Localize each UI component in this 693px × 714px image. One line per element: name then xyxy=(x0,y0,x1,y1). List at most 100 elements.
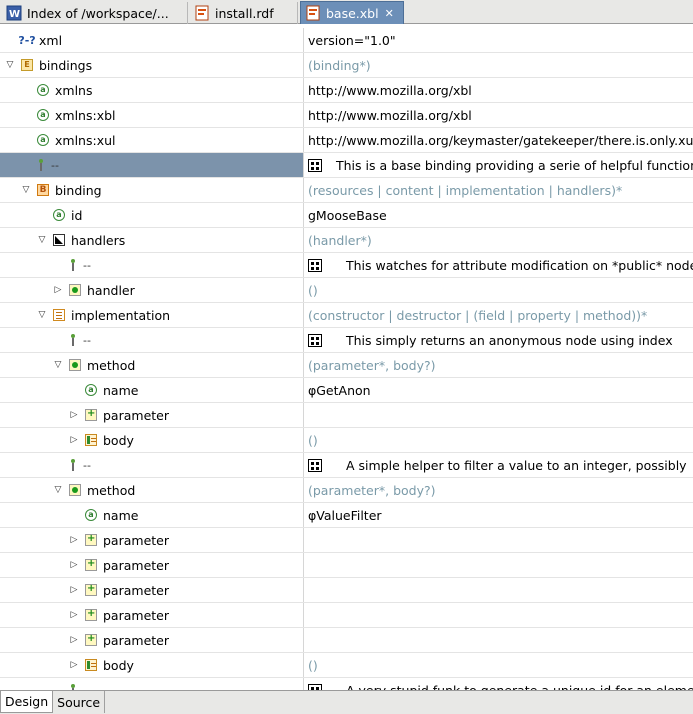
node-cell[interactable]: a xmlns:xbl xyxy=(0,103,302,127)
node-cell[interactable]: ▷ parameter xyxy=(0,603,302,627)
collapse-triangle-icon[interactable]: ▷ xyxy=(68,409,80,421)
tree-row[interactable]: ▷ body () xyxy=(0,428,693,453)
collapse-triangle-icon[interactable]: ▷ xyxy=(68,559,80,571)
tree-row[interactable]: -- This watches for attribute modificatio… xyxy=(0,253,693,278)
tree-row[interactable]: ▷ parameter xyxy=(0,578,693,603)
node-cell[interactable]: ▽ Ebindings xyxy=(0,53,302,77)
tree-row[interactable]: a name φGetAnon xyxy=(0,378,693,403)
tree-row[interactable]: ▷ parameter xyxy=(0,553,693,578)
tree-row[interactable]: ▽ method (parameter*, body?) xyxy=(0,353,693,378)
node-cell[interactable]: -- xyxy=(0,153,302,177)
expand-triangle-icon[interactable]: ▽ xyxy=(4,59,16,71)
tab-source[interactable]: Source xyxy=(53,691,106,713)
tab-index-of-workspace[interactable]: W Index of /workspace/... xyxy=(2,2,188,24)
node-cell[interactable]: a xmlns:xul xyxy=(0,128,302,152)
tree-row[interactable]: ▽ Ebindings (binding*) xyxy=(0,53,693,78)
tree-row[interactable]: ▷ body () xyxy=(0,653,693,678)
node-value-cell[interactable] xyxy=(303,578,693,602)
node-cell[interactable]: ▽ Bbinding xyxy=(0,178,302,202)
node-cell[interactable]: ▷ parameter xyxy=(0,628,302,652)
node-value-cell[interactable]: (handler*) xyxy=(303,228,693,252)
node-cell[interactable]: a name xyxy=(0,503,302,527)
node-cell[interactable]: ▷ body xyxy=(0,653,302,677)
node-cell[interactable]: ▷ handler xyxy=(0,278,302,302)
node-cell[interactable]: a id xyxy=(0,203,302,227)
tree-row[interactable]: a id gMooseBase xyxy=(0,203,693,228)
tree-row[interactable]: -- A simple helper to filter a value to a… xyxy=(0,453,693,478)
node-value-cell[interactable]: http://www.mozilla.org/xbl xyxy=(303,78,693,102)
node-value-cell[interactable]: A very stupid funk to generate a unique … xyxy=(303,678,693,690)
node-value-cell[interactable]: (binding*) xyxy=(303,53,693,77)
tree-row[interactable]: ▽ Bbinding (resources | content | implemen… xyxy=(0,178,693,203)
tree-row[interactable]: a xmlns:xbl http://www.mozilla.org/xbl xyxy=(0,103,693,128)
node-value-cell[interactable]: () xyxy=(303,428,693,452)
tree-row[interactable]: -- This is a base binding providing a ser… xyxy=(0,153,693,178)
node-cell[interactable]: -- xyxy=(0,253,302,277)
node-value-cell[interactable] xyxy=(303,528,693,552)
node-value-cell[interactable]: This is a base binding providing a serie… xyxy=(303,153,693,177)
node-cell[interactable]: ▷ parameter xyxy=(0,578,302,602)
node-cell[interactable]: a xmlns xyxy=(0,78,302,102)
tree-row[interactable]: ▽ implementation (constructor | destructor… xyxy=(0,303,693,328)
tree-row[interactable]: ?-? xml version="1.0" xyxy=(0,28,693,53)
node-value-cell[interactable]: φGetAnon xyxy=(303,378,693,402)
node-value-cell[interactable]: (parameter*, body?) xyxy=(303,353,693,377)
expand-triangle-icon[interactable]: ▽ xyxy=(36,309,48,321)
tab-base-xbl[interactable]: base.xbl ✕ xyxy=(300,1,404,24)
tree-row[interactable]: -- A very stupid funk to generate a uniqu… xyxy=(0,678,693,690)
tree-row[interactable]: ▷ parameter xyxy=(0,628,693,653)
collapse-triangle-icon[interactable]: ▷ xyxy=(68,659,80,671)
tree-row[interactable]: a xmlns http://www.mozilla.org/xbl xyxy=(0,78,693,103)
node-value-cell[interactable]: (parameter*, body?) xyxy=(303,478,693,502)
node-cell[interactable]: ▽ implementation xyxy=(0,303,302,327)
node-cell[interactable]: ▽ method xyxy=(0,478,302,502)
collapse-triangle-icon[interactable]: ▷ xyxy=(52,284,64,296)
node-cell[interactable]: a name xyxy=(0,378,302,402)
node-cell[interactable]: ▷ parameter xyxy=(0,403,302,427)
node-value-cell[interactable]: http://www.mozilla.org/keymaster/gatekee… xyxy=(303,128,693,152)
tree-row[interactable]: a xmlns:xul http://www.mozilla.org/keymast… xyxy=(0,128,693,153)
tree-row[interactable]: ▷ parameter xyxy=(0,528,693,553)
node-cell[interactable]: ▷ body xyxy=(0,428,302,452)
node-value-cell[interactable] xyxy=(303,403,693,427)
collapse-triangle-icon[interactable]: ▷ xyxy=(68,434,80,446)
tree-row[interactable]: ▷ parameter xyxy=(0,603,693,628)
expand-triangle-icon[interactable]: ▽ xyxy=(52,484,64,496)
node-value-cell[interactable]: This watches for attribute modification … xyxy=(303,253,693,277)
node-value-cell[interactable]: () xyxy=(303,653,693,677)
node-value-cell[interactable]: http://www.mozilla.org/xbl xyxy=(303,103,693,127)
node-value-cell[interactable]: version="1.0" xyxy=(303,28,693,52)
node-value-cell[interactable] xyxy=(303,603,693,627)
collapse-triangle-icon[interactable]: ▷ xyxy=(68,534,80,546)
tab-design[interactable]: Design xyxy=(0,691,54,713)
node-value-cell[interactable]: A simple helper to filter a value to an … xyxy=(303,453,693,477)
tree-row[interactable]: ▷ handler () xyxy=(0,278,693,303)
tree-row[interactable]: -- This simply returns an anonymous node … xyxy=(0,328,693,353)
node-cell[interactable]: ▽ handlers xyxy=(0,228,302,252)
node-cell[interactable]: ?-? xml xyxy=(0,28,302,52)
node-value-cell[interactable]: This simply returns an anonymous node us… xyxy=(303,328,693,352)
node-value-cell[interactable]: (constructor | destructor | (field | pro… xyxy=(303,303,693,327)
expand-triangle-icon[interactable]: ▽ xyxy=(36,234,48,246)
node-value-cell[interactable]: () xyxy=(303,278,693,302)
node-value-cell[interactable]: (resources | content | implementation | … xyxy=(303,178,693,202)
node-value-cell[interactable]: gMooseBase xyxy=(303,203,693,227)
close-icon[interactable]: ✕ xyxy=(385,7,394,20)
tree-row[interactable]: ▽ method (parameter*, body?) xyxy=(0,478,693,503)
node-cell[interactable]: -- xyxy=(0,328,302,352)
tree-row[interactable]: ▽ handlers (handler*) xyxy=(0,228,693,253)
expand-triangle-icon[interactable]: ▽ xyxy=(20,184,32,196)
node-cell[interactable]: -- xyxy=(0,453,302,477)
collapse-triangle-icon[interactable]: ▷ xyxy=(68,609,80,621)
node-value-cell[interactable]: φValueFilter xyxy=(303,503,693,527)
node-value-cell[interactable] xyxy=(303,553,693,577)
collapse-triangle-icon[interactable]: ▷ xyxy=(68,584,80,596)
tab-install-rdf[interactable]: install.rdf xyxy=(190,2,298,24)
tree-row[interactable]: a name φValueFilter xyxy=(0,503,693,528)
node-cell[interactable]: ▽ method xyxy=(0,353,302,377)
expand-triangle-icon[interactable]: ▽ xyxy=(52,359,64,371)
node-cell[interactable]: -- xyxy=(0,678,302,690)
node-cell[interactable]: ▷ parameter xyxy=(0,528,302,552)
node-value-cell[interactable] xyxy=(303,628,693,652)
collapse-triangle-icon[interactable]: ▷ xyxy=(68,634,80,646)
